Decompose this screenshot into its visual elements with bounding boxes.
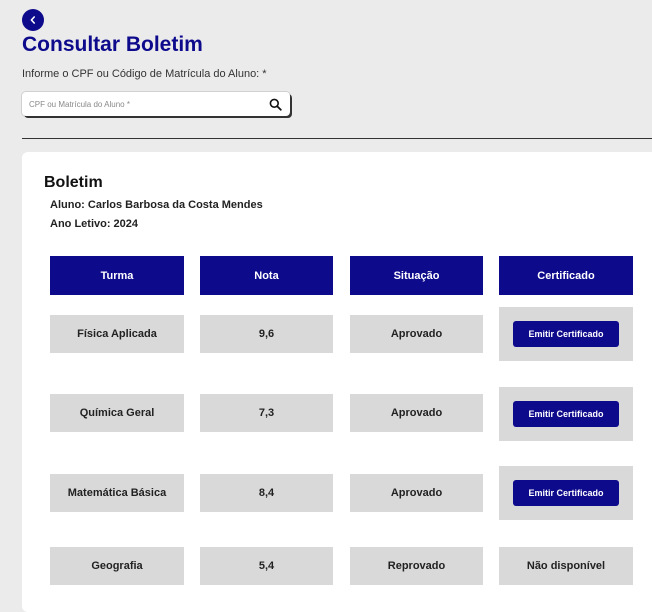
emit-certificate-button[interactable]: Emitir Certificado bbox=[513, 401, 619, 427]
table-cell-nota: 8,4 bbox=[200, 474, 333, 512]
table-cell-certificado: Emitir Certificado bbox=[499, 466, 633, 520]
emit-certificate-button[interactable]: Emitir Certificado bbox=[513, 321, 619, 347]
school-year: Ano Letivo: 2024 bbox=[50, 218, 139, 230]
column-header-situacao: Situação bbox=[350, 256, 483, 295]
table-cell-certificado: Não disponível bbox=[499, 547, 633, 585]
table-cell-nota: 9,6 bbox=[200, 315, 333, 353]
table-cell-situacao: Aprovado bbox=[350, 394, 483, 432]
column-header-turma: Turma bbox=[50, 256, 184, 295]
emit-certificate-button[interactable]: Emitir Certificado bbox=[513, 480, 619, 506]
table-cell-situacao: Reprovado bbox=[350, 547, 483, 585]
boletim-card: Boletim Aluno: Carlos Barbosa da Costa M… bbox=[22, 152, 652, 612]
table-cell-turma: Matemática Básica bbox=[50, 474, 184, 512]
student-name: Aluno: Carlos Barbosa da Costa Mendes bbox=[50, 199, 263, 211]
page-title: Consultar Boletim bbox=[22, 33, 203, 56]
search-box bbox=[22, 92, 290, 116]
search-field-label: Informe o CPF ou Código de Matrícula do … bbox=[22, 68, 267, 80]
boletim-title: Boletim bbox=[44, 174, 103, 191]
table-cell-turma: Geografia bbox=[50, 547, 184, 585]
back-button[interactable] bbox=[22, 9, 44, 31]
table-cell-nota: 7,3 bbox=[200, 394, 333, 432]
table-cell-situacao: Aprovado bbox=[350, 474, 483, 512]
table-cell-situacao: Aprovado bbox=[350, 315, 483, 353]
table-cell-certificado: Emitir Certificado bbox=[499, 307, 633, 361]
search-input[interactable] bbox=[22, 93, 264, 115]
table-cell-turma: Química Geral bbox=[50, 394, 184, 432]
table-cell-turma: Física Aplicada bbox=[50, 315, 184, 353]
table-cell-nota: 5,4 bbox=[200, 547, 333, 585]
column-header-nota: Nota bbox=[200, 256, 333, 295]
column-header-certificado: Certificado bbox=[499, 256, 633, 295]
table-cell-certificado: Emitir Certificado bbox=[499, 387, 633, 441]
chevron-left-icon bbox=[30, 16, 35, 24]
search-icon[interactable] bbox=[264, 93, 286, 115]
divider bbox=[22, 138, 652, 139]
